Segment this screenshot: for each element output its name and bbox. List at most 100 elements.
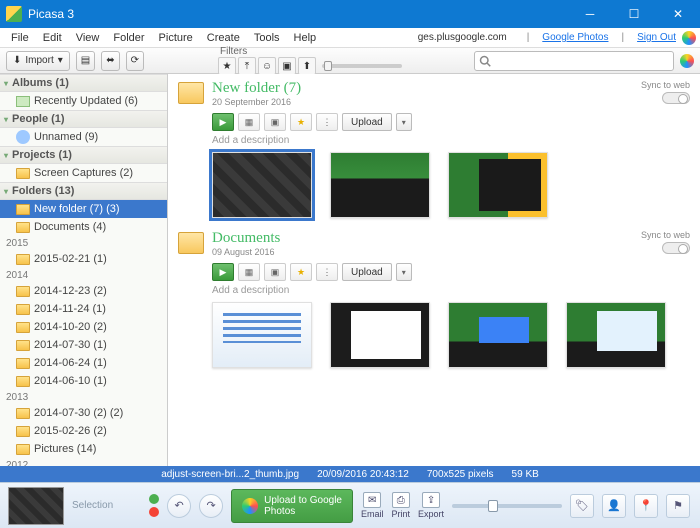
movie-button[interactable]: ▣: [264, 113, 286, 131]
star-button[interactable]: ★: [290, 113, 312, 131]
folder-icon: [178, 232, 204, 254]
sidebar-item[interactable]: 2014-11-24 (1): [0, 300, 167, 318]
export-button[interactable]: ⇪Export: [418, 492, 444, 519]
thumbnail[interactable]: [212, 302, 312, 368]
filter-face[interactable]: ☺: [258, 57, 276, 75]
sidebar-item[interactable]: 2015-02-26 (2): [0, 422, 167, 440]
sidebar-item[interactable]: Pictures (14): [0, 440, 167, 458]
menu-picture[interactable]: Picture: [152, 30, 200, 46]
sync-toggle[interactable]: [662, 92, 690, 104]
thumbnail[interactable]: [330, 302, 430, 368]
places-button[interactable]: 📍: [634, 494, 658, 518]
sidebar-item-label: Pictures (14): [34, 443, 96, 455]
movie-button[interactable]: ▣: [264, 263, 286, 281]
google-photos-link[interactable]: Google Photos: [542, 32, 608, 43]
menu-create[interactable]: Create: [200, 30, 247, 46]
email-button[interactable]: ✉Email: [361, 492, 384, 519]
menu-edit[interactable]: Edit: [36, 30, 69, 46]
view-mode-3[interactable]: ⟳: [126, 51, 144, 71]
description-input[interactable]: Add a description: [212, 135, 690, 146]
sidebar-item[interactable]: 2014-06-10 (1): [0, 372, 167, 390]
hold-pin-icon[interactable]: [149, 494, 159, 504]
sidebar-item[interactable]: Documents (4): [0, 218, 167, 236]
sidebar-section-header[interactable]: ▾People (1): [0, 110, 167, 128]
thumbnail[interactable]: [330, 152, 430, 218]
upload-google-photos-button[interactable]: Upload to Google Photos: [231, 489, 353, 523]
status-datetime: 20/09/2016 20:43:12: [317, 469, 409, 480]
filter-movie[interactable]: ▣: [278, 57, 296, 75]
sidebar-item[interactable]: 2015-02-21 (1): [0, 250, 167, 268]
tray-thumbnail[interactable]: [8, 487, 64, 525]
menu-view[interactable]: View: [69, 30, 107, 46]
sidebar-item-label: New folder (7) (3): [34, 203, 120, 215]
selection-label: Selection: [72, 500, 113, 511]
view-mode-2[interactable]: ⬌: [101, 51, 119, 71]
view-mode-1[interactable]: ▤: [76, 51, 95, 71]
zoom-slider[interactable]: [452, 504, 562, 508]
sidebar-section-header[interactable]: ▾Folders (13): [0, 182, 167, 200]
upload-button[interactable]: Upload: [342, 263, 392, 281]
rotate-right-button[interactable]: ↷: [199, 494, 223, 518]
share-button[interactable]: ⋮: [316, 113, 338, 131]
group-date: 09 August 2016: [212, 247, 280, 257]
search-input[interactable]: [474, 51, 674, 71]
thumbnail[interactable]: [448, 302, 548, 368]
sign-out-link[interactable]: Sign Out: [637, 32, 676, 43]
recent-icon: [16, 96, 30, 107]
google-photos-icon[interactable]: [680, 54, 694, 68]
filter-star[interactable]: ★: [218, 57, 236, 75]
sidebar-item[interactable]: New folder (7) (3): [0, 200, 167, 218]
sync-toggle[interactable]: [662, 242, 690, 254]
info-button[interactable]: ⚑: [666, 494, 690, 518]
people-button[interactable]: 👤: [602, 494, 626, 518]
upload-button[interactable]: Upload: [342, 113, 392, 131]
menu-file[interactable]: File: [4, 30, 36, 46]
sidebar-item[interactable]: 2014-07-30 (2) (2): [0, 404, 167, 422]
play-button[interactable]: ▶: [212, 263, 234, 281]
sidebar-item[interactable]: Screen Captures (2): [0, 164, 167, 182]
thumbnail[interactable]: [566, 302, 666, 368]
collage-button[interactable]: ▦: [238, 263, 260, 281]
upload-drop-button[interactable]: ▾: [396, 113, 412, 131]
description-input[interactable]: Add a description: [212, 285, 690, 296]
import-button[interactable]: ⬇ Import ▾: [6, 51, 70, 71]
filter-slider[interactable]: [322, 64, 402, 68]
play-button[interactable]: ▶: [212, 113, 234, 131]
sidebar-item[interactable]: 2014-12-23 (2): [0, 282, 167, 300]
tag-button[interactable]: 🏷: [570, 494, 594, 518]
sidebar-section-header[interactable]: ▾Albums (1): [0, 74, 167, 92]
collage-button[interactable]: ▦: [238, 113, 260, 131]
menu-help[interactable]: Help: [287, 30, 324, 46]
star-button[interactable]: ★: [290, 263, 312, 281]
filter-upload[interactable]: ⤒: [238, 57, 256, 75]
filter-geo[interactable]: ⬆: [298, 57, 316, 75]
minimize-button[interactable]: ─: [568, 0, 612, 28]
group-title[interactable]: New folder (7): [212, 80, 301, 97]
sidebar-item-label: 2014-07-30 (2) (2): [34, 407, 123, 419]
sidebar-item[interactable]: 2014-07-30 (1): [0, 336, 167, 354]
share-button[interactable]: ⋮: [316, 263, 338, 281]
menu-tools[interactable]: Tools: [247, 30, 287, 46]
sidebar-item[interactable]: Recently Updated (6): [0, 92, 167, 110]
email-icon: ✉: [363, 492, 381, 508]
sidebar-section-header[interactable]: ▾Projects (1): [0, 146, 167, 164]
sync-label: Sync to web: [641, 80, 690, 90]
maximize-button[interactable]: ☐: [612, 0, 656, 28]
close-button[interactable]: ✕: [656, 0, 700, 28]
thumbnail[interactable]: [448, 152, 548, 218]
status-filesize: 59 KB: [512, 469, 539, 480]
sidebar-item-label: Recently Updated (6): [34, 95, 138, 107]
filters-label: Filters: [220, 46, 406, 57]
folder-icon: [16, 222, 30, 233]
print-button[interactable]: ⎙Print: [392, 492, 411, 519]
folder-group: New folder (7)20 September 2016Sync to w…: [178, 80, 690, 218]
group-title[interactable]: Documents: [212, 230, 280, 247]
clear-pin-icon[interactable]: [149, 507, 159, 517]
thumbnail[interactable]: [212, 152, 312, 218]
sidebar-item[interactable]: 2014-06-24 (1): [0, 354, 167, 372]
sidebar-item[interactable]: 2014-10-20 (2): [0, 318, 167, 336]
rotate-left-button[interactable]: ↶: [167, 494, 191, 518]
upload-drop-button[interactable]: ▾: [396, 263, 412, 281]
sidebar-item[interactable]: Unnamed (9): [0, 128, 167, 146]
menu-folder[interactable]: Folder: [106, 30, 151, 46]
